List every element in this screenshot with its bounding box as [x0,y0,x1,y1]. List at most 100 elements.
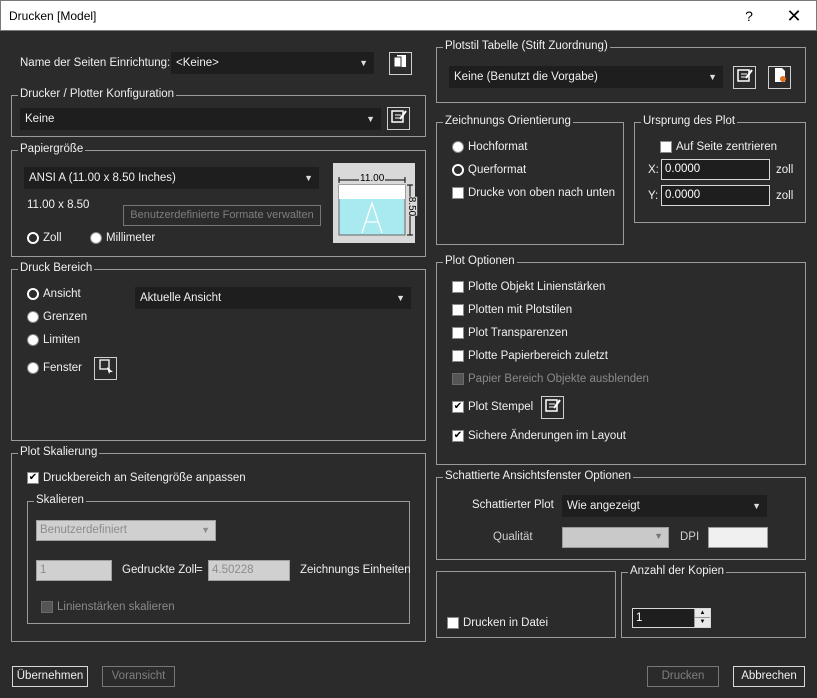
plot-stamp-settings-button[interactable] [541,396,564,419]
scale-right-input[interactable]: 4.50228 [208,560,290,581]
orientation-legend: Zeichnungs Orientierung [443,115,573,127]
spin-up-icon[interactable]: ▲ [695,609,710,618]
printer-properties-button[interactable] [387,107,410,130]
print-area-limits-option[interactable]: Limiten [27,334,80,346]
dpi-input[interactable] [708,527,768,548]
window-title: Drucken [Model] [9,9,97,23]
plot-scale-legend: Plot Skalierung [18,446,100,458]
unit-inch-label: Zoll [43,232,62,244]
portrait-label: Hochformat [468,141,528,153]
print-area-extents-option[interactable]: Grenzen [27,311,87,323]
print-button[interactable]: Drucken [647,666,719,687]
import-page-setup-button[interactable] [389,52,412,75]
plotstyle-value: Keine (Benutzt die Vorgabe) [454,71,598,83]
paperspace-last-option[interactable]: Plotte Papierbereich zuletzt [452,350,608,362]
center-on-page-option[interactable]: Auf Seite zentrieren [660,141,777,153]
printed-inches-label: Gedruckte Zoll [122,564,197,576]
scale-lineweights-option[interactable]: Linienstärken skalieren [41,601,175,613]
chevron-down-icon: ▼ [396,293,405,303]
upside-down-option[interactable]: Drucke von oben nach unten [452,187,615,199]
chevron-down-icon: ▼ [654,531,663,541]
radio-icon [27,311,39,323]
checkbox-checked-icon: ✔ [452,401,464,413]
landscape-option[interactable]: Querformat [452,164,526,176]
edit-properties-icon [736,69,753,82]
close-button[interactable]: ✕ [779,3,809,29]
scale-legend: Skalieren [34,494,86,506]
window-select-icon [98,359,113,374]
plot-styles-option[interactable]: Plotten mit Plotstilen [452,304,572,316]
unit-mm-option[interactable]: Millimeter [90,232,155,244]
landscape-label: Querformat [468,164,527,176]
page-setup-value: <Keine> [176,57,219,69]
plotstyle-new-button[interactable] [768,66,791,89]
print-area-limits-label: Limiten [43,334,81,346]
chevron-down-icon: ▼ [708,72,717,82]
view-value: Aktuelle Ansicht [140,292,222,304]
paper-dimensions: 11.00 x 8.50 [27,199,90,211]
scale-dropdown[interactable]: Benutzerdefiniert ▼ [36,520,216,541]
plot-options-legend: Plot Optionen [443,255,517,267]
origin-x-input[interactable]: 0.0000 [661,159,770,180]
plot-stamp-option[interactable]: ✔ Plot Stempel [452,401,533,413]
plotstyle-edit-button[interactable] [733,66,756,89]
checkbox-icon [452,350,464,362]
select-window-button[interactable] [94,357,117,380]
new-document-icon [774,68,786,82]
page-setup-dropdown[interactable]: <Keine> ▼ [171,52,374,74]
checkbox-icon [41,601,53,613]
save-changes-option[interactable]: ✔ Sichere Änderungen im Layout [452,430,626,442]
checkbox-checked-icon: ✔ [452,430,464,442]
printer-dropdown[interactable]: Keine ▼ [20,108,381,130]
scale-left-input[interactable]: 1 [36,560,112,581]
paper-preview-width: 11.00 [359,173,386,184]
fit-to-page-option[interactable]: ✔ Druckbereich an Seitengröße anpassen [27,472,246,484]
print-to-file-option[interactable]: Drucken in Datei [447,617,548,629]
preview-button[interactable]: Voransicht [102,666,175,687]
plotstyle-legend: Plotstil Tabelle (Stift Zuordnung) [443,40,610,52]
view-dropdown[interactable]: Aktuelle Ansicht ▼ [135,287,411,309]
hide-paperspace-option[interactable]: Papier Bereich Objekte ausblenden [452,373,649,385]
radio-icon [90,232,102,244]
cancel-button[interactable]: Abbrechen [733,666,805,687]
help-button[interactable]: ? [734,3,764,29]
chevron-down-icon: ▼ [752,501,761,511]
drawing-units-label: Zeichnungs Einheiten [300,564,411,576]
radio-icon [27,362,39,374]
equals-sign: = [196,564,203,576]
shaded-plot-dropdown[interactable]: Wie angezeigt ▼ [562,495,767,517]
print-area-window-option[interactable]: Fenster [27,362,82,374]
unit-inch-option[interactable]: Zoll [27,232,62,244]
checkbox-checked-icon: ✔ [27,472,39,484]
origin-y-input[interactable]: 0.0000 [661,185,770,206]
apply-button[interactable]: Übernehmen [12,666,88,687]
copies-legend: Anzahl der Kopien [628,565,726,577]
quality-dropdown[interactable]: ▼ [562,527,669,548]
print-to-file-label: Drucken in Datei [463,617,549,629]
scale-lineweights-label: Linienstärken skalieren [57,601,175,613]
chevron-down-icon: ▼ [366,114,375,124]
portrait-option[interactable]: Hochformat [452,141,527,153]
paper-size-value: ANSI A (11.00 x 8.50 Inches) [29,172,176,184]
shaded-plot-value: Wie angezeigt [567,500,640,512]
checkbox-icon [660,141,672,153]
print-area-view-option[interactable]: Ansicht [27,288,81,300]
checkbox-icon [452,373,464,385]
checkbox-icon [452,187,464,199]
paper-legend: Papiergröße [18,143,86,155]
spin-down-icon[interactable]: ▼ [695,618,710,627]
plot-lineweights-option[interactable]: Plotte Objekt Linienstärken [452,281,605,293]
checkbox-icon [452,281,464,293]
copies-input[interactable]: 1 ▲ ▼ [632,608,711,628]
paper-size-dropdown[interactable]: ANSI A (11.00 x 8.50 Inches) ▼ [24,167,319,189]
radio-icon [27,334,39,346]
plot-transparency-option[interactable]: Plot Transparenzen [452,327,568,339]
fit-to-page-label: Druckbereich an Seitengröße anpassen [43,472,246,484]
plot-lineweights-label: Plotte Objekt Linienstärken [468,281,606,293]
custom-formats-button[interactable]: Benutzerdefinierte Formate verwalten [123,205,321,226]
plotstyle-dropdown[interactable]: Keine (Benutzt die Vorgabe) ▼ [449,66,723,88]
checkbox-icon [452,304,464,316]
copies-spinner[interactable]: ▲ ▼ [694,609,710,627]
print-area-view-label: Ansicht [43,288,81,300]
copies-group: Anzahl der Kopien [621,565,806,638]
